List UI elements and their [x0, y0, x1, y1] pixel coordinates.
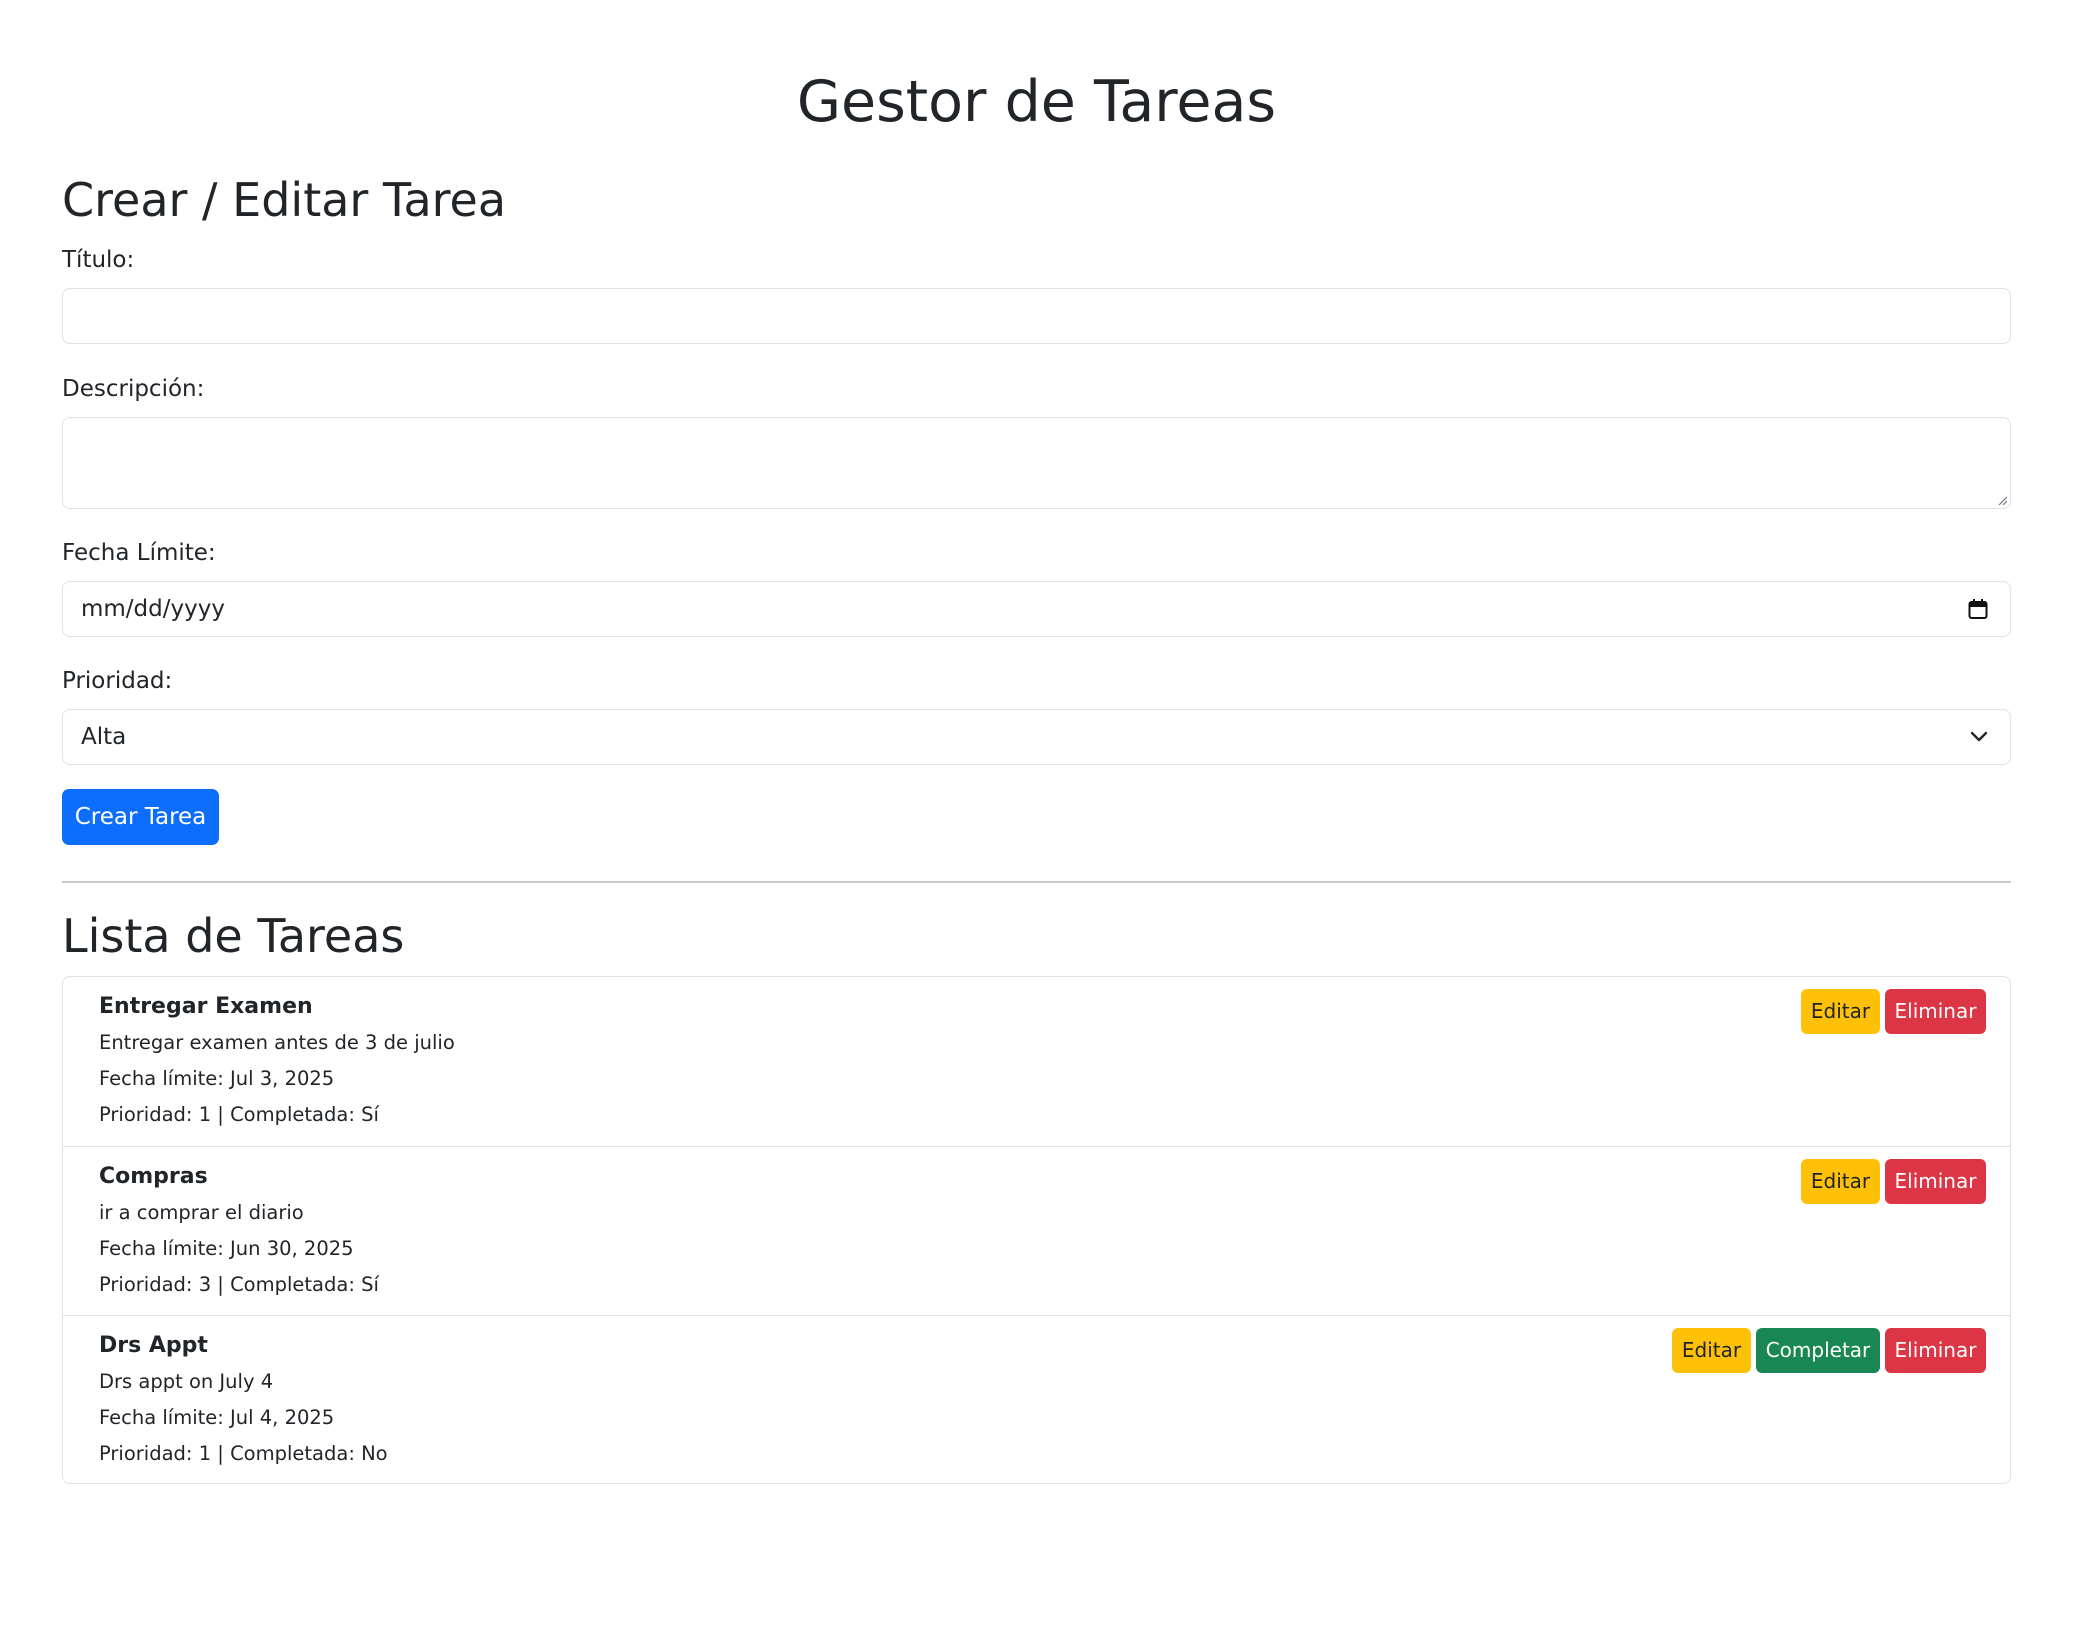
task-title: Drs Appt: [99, 1333, 208, 1358]
priority-select[interactable]: Alta: [62, 709, 2011, 765]
edit-button[interactable]: Editar: [1801, 989, 1880, 1034]
calendar-icon[interactable]: [1968, 598, 1988, 620]
task-title: Entregar Examen: [99, 994, 313, 1019]
task-due-date: Fecha límite: Jul 4, 2025: [99, 1406, 335, 1429]
complete-button[interactable]: Completar: [1756, 1328, 1880, 1373]
priority-label: Prioridad:: [62, 668, 173, 694]
description-textarea[interactable]: [62, 417, 2011, 509]
task-description: Drs appt on July 4: [99, 1370, 274, 1393]
chevron-down-icon: [1970, 731, 1988, 742]
task-due-date: Fecha límite: Jul 3, 2025: [99, 1067, 335, 1090]
delete-button[interactable]: Eliminar: [1885, 1328, 1986, 1373]
task-meta: Prioridad: 3 | Completada: Sí: [99, 1273, 379, 1296]
task-title: Compras: [99, 1164, 208, 1189]
form-heading: Crear / Editar Tarea: [62, 173, 507, 227]
list-heading: Lista de Tareas: [62, 909, 405, 963]
delete-button[interactable]: Eliminar: [1885, 1159, 1986, 1204]
edit-button[interactable]: Editar: [1672, 1328, 1751, 1373]
task-due-date: Fecha límite: Jun 30, 2025: [99, 1237, 354, 1260]
due-date-label: Fecha Límite:: [62, 540, 216, 566]
task-list: Entregar Examen Entregar examen antes de…: [62, 976, 2011, 1484]
task-meta: Prioridad: 1 | Completada: No: [99, 1442, 388, 1465]
priority-selected-value: Alta: [81, 724, 127, 750]
task-meta: Prioridad: 1 | Completada: Sí: [99, 1103, 379, 1126]
divider: [62, 881, 2011, 883]
create-task-button[interactable]: Crear Tarea: [62, 789, 219, 845]
task-description: Entregar examen antes de 3 de julio: [99, 1031, 455, 1054]
task-item: Drs Appt Drs appt on July 4 Fecha límite…: [63, 1315, 2010, 1484]
task-item: Compras ir a comprar el diario Fecha lím…: [63, 1146, 2010, 1315]
due-date-input[interactable]: mm/dd/yyyy: [62, 581, 2011, 637]
task-description: ir a comprar el diario: [99, 1201, 304, 1224]
description-label: Descripción:: [62, 376, 205, 402]
page-title: Gestor de Tareas: [796, 69, 1277, 135]
due-date-placeholder: mm/dd/yyyy: [81, 596, 225, 622]
resize-grip-icon[interactable]: [1997, 495, 2007, 505]
title-label: Título:: [62, 247, 135, 273]
delete-button[interactable]: Eliminar: [1885, 989, 1986, 1034]
edit-button[interactable]: Editar: [1801, 1159, 1880, 1204]
task-item: Entregar Examen Entregar examen antes de…: [63, 977, 2010, 1146]
title-input[interactable]: [62, 288, 2011, 344]
